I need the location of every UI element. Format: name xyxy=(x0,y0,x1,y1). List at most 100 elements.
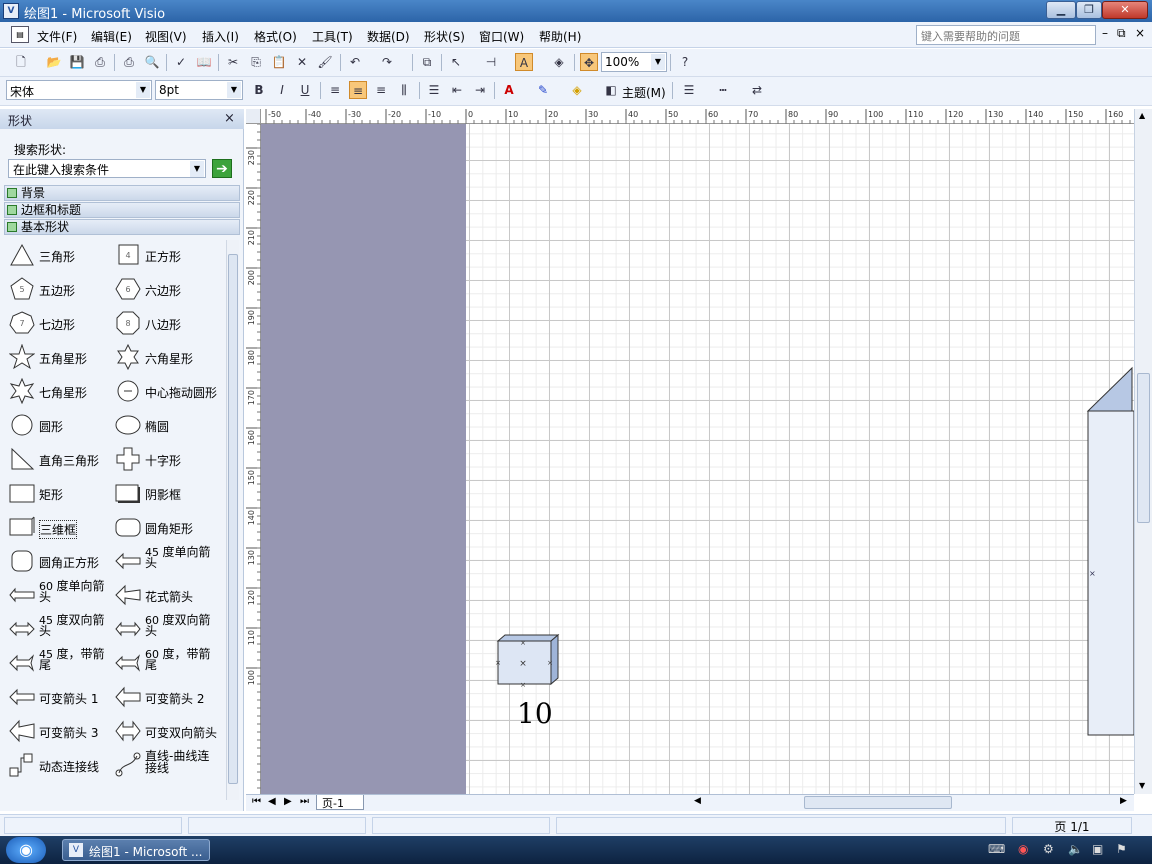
shape-item-line-curve-connector[interactable]: 直线-曲线连接线 xyxy=(115,750,221,780)
theme-label[interactable]: 主题(M) xyxy=(622,84,666,101)
format-painter-icon[interactable]: 🖌 xyxy=(316,53,334,71)
chevron-down-icon[interactable]: ▼ xyxy=(227,82,241,98)
shape-item-shadow-box[interactable]: 阴影框 xyxy=(115,480,221,508)
chevron-down-icon[interactable]: ▼ xyxy=(651,54,665,70)
line-pattern-icon[interactable]: ┅ xyxy=(714,81,732,99)
copy-icon[interactable]: ⎘ xyxy=(247,53,265,71)
shape-item-right-triangle[interactable]: 直角三角形 xyxy=(9,446,115,474)
align-left-icon[interactable]: ≡ xyxy=(326,81,344,99)
line-color-icon[interactable]: ✎ xyxy=(534,81,552,99)
action-center-icon[interactable]: ⚑ xyxy=(1116,842,1127,856)
shape-item-dynamic-connector[interactable]: 动态连接线 xyxy=(9,752,115,780)
prev-page-icon[interactable]: ◀ xyxy=(268,796,276,807)
start-button[interactable]: ◉ xyxy=(6,837,46,863)
partial-3d-shape[interactable]: × xyxy=(1086,366,1134,738)
shape-item-3d-box[interactable]: 三维框 xyxy=(9,514,115,542)
fill-color-icon[interactable]: ◈ xyxy=(568,81,586,99)
shape-item-variable-arrow2[interactable]: 可变箭头 2 xyxy=(115,684,221,712)
first-page-icon[interactable]: ⏮ xyxy=(252,796,261,807)
menu-insert[interactable]: 插入(I) xyxy=(202,28,239,45)
search-shapes-input[interactable]: 在此键入搜索条件 ▼ xyxy=(8,159,206,178)
pointer-tool-icon[interactable]: ↖ xyxy=(447,53,465,71)
page-tab[interactable]: 页-1 xyxy=(316,795,364,810)
print-preview-icon[interactable]: 🔍 xyxy=(143,53,161,71)
help-search-input[interactable]: 键入需要帮助的问题 xyxy=(916,25,1096,45)
scroll-left-icon[interactable]: ◀ xyxy=(694,796,701,806)
menu-help[interactable]: 帮助(H) xyxy=(539,28,581,45)
chevron-down-icon[interactable]: ▼ xyxy=(190,161,204,177)
vertical-scroll-thumb[interactable] xyxy=(1137,373,1150,523)
box-label[interactable]: 10 xyxy=(517,697,553,730)
redo-icon[interactable]: ↷ xyxy=(378,53,396,71)
shape-item-variable-double-arrow[interactable]: 可变双向箭头 xyxy=(115,718,221,746)
chevron-down-icon[interactable]: ▼ xyxy=(136,82,150,98)
shape-item-rectangle[interactable]: 矩形 xyxy=(9,480,115,508)
shape-item-arrow60[interactable]: 60 度单向箭头 xyxy=(9,580,115,610)
shape-item-variable-arrow3[interactable]: 可变箭头 3 xyxy=(9,718,115,746)
shape-item-center-circle[interactable]: 中心拖动圆形 xyxy=(115,378,221,406)
scroll-up-icon[interactable]: ▲ xyxy=(1139,111,1145,120)
horizontal-scroll-thumb[interactable] xyxy=(804,796,952,809)
open-icon[interactable]: 📂 xyxy=(45,53,63,71)
print-icon[interactable]: ⎙ xyxy=(120,53,138,71)
text-tool-icon[interactable]: A xyxy=(515,53,533,71)
menu-tools[interactable]: 工具(T) xyxy=(312,28,353,45)
visio-app-icon[interactable]: V xyxy=(3,3,19,19)
menu-data[interactable]: 数据(D) xyxy=(367,28,410,45)
shape-item-octagon[interactable]: 8 八边形 xyxy=(115,310,221,338)
underline-icon[interactable]: U xyxy=(296,81,314,99)
tray-app-icon[interactable]: ⚙ xyxy=(1043,842,1054,856)
bold-icon[interactable]: B xyxy=(250,81,268,99)
shape-item-arrow45[interactable]: 45 度单向箭头 xyxy=(115,546,221,576)
scroll-down-icon[interactable]: ▼ xyxy=(1139,781,1145,790)
next-page-icon[interactable]: ▶ xyxy=(284,796,292,807)
menu-shape[interactable]: 形状(S) xyxy=(424,28,465,45)
menu-format[interactable]: 格式(O) xyxy=(254,28,297,45)
align-right-icon[interactable]: ≡ xyxy=(372,81,390,99)
shape-item-rounded-square[interactable]: 圆角正方形 xyxy=(9,548,115,576)
restore-button[interactable]: ❐ xyxy=(1076,1,1102,19)
shape-item-triangle[interactable]: 三角形 xyxy=(9,242,115,270)
spelling-icon[interactable]: ✓ xyxy=(172,53,190,71)
menu-file[interactable]: 文件(F) xyxy=(37,28,77,45)
menu-window[interactable]: 窗口(W) xyxy=(479,28,524,45)
last-page-icon[interactable]: ⏭ xyxy=(300,796,309,807)
bullets-icon[interactable]: ☰ xyxy=(425,81,443,99)
stencil-basic-shapes[interactable]: 基本形状 xyxy=(4,219,240,235)
close-button[interactable]: ✕ xyxy=(1102,1,1148,19)
permission-icon[interactable]: ⎙ xyxy=(91,53,109,71)
shape-item-ellipse[interactable]: 椭圆 xyxy=(115,412,221,440)
save-icon[interactable]: 💾 xyxy=(68,53,86,71)
shape-item-pentagon[interactable]: 5 五边形 xyxy=(9,276,115,304)
font-color-icon[interactable]: A xyxy=(500,81,518,99)
delete-icon[interactable]: ✕ xyxy=(293,53,311,71)
shape-item-rounded-rect[interactable]: 圆角矩形 xyxy=(115,514,221,542)
shape-item-fancy-arrow[interactable]: 花式箭头 xyxy=(115,582,221,610)
pan-zoom-icon[interactable]: ✥ xyxy=(580,53,598,71)
shape-item-cross[interactable]: 十字形 xyxy=(115,446,221,474)
increase-indent-icon[interactable]: ⇥ xyxy=(471,81,489,99)
line-weight-icon[interactable]: ☰ xyxy=(680,81,698,99)
network-icon[interactable]: ▣ xyxy=(1092,842,1103,856)
doc-restore-button[interactable]: ⧉ xyxy=(1117,26,1126,41)
zoom-select[interactable]: 100% ▼ xyxy=(601,52,667,72)
font-select[interactable]: 宋体 ▼ xyxy=(6,80,152,100)
paste-icon[interactable]: 📋 xyxy=(270,53,288,71)
theme-colors-icon[interactable]: ◈ xyxy=(550,53,568,71)
shape-item-double-arrow45[interactable]: 45 度双向箭头 xyxy=(9,614,115,644)
shapes-panel-close-button[interactable]: × xyxy=(224,111,235,126)
shape-item-star5[interactable]: 五角星形 xyxy=(9,344,115,372)
shape-item-heptagon[interactable]: 7 七边形 xyxy=(9,310,115,338)
shape-item-variable-arrow1[interactable]: 可变箭头 1 xyxy=(9,684,115,712)
search-go-icon[interactable]: ➔ xyxy=(212,159,232,178)
drawing-page[interactable] xyxy=(466,124,1134,794)
shapes-scrollbar[interactable] xyxy=(226,240,239,800)
shapes-scroll-thumb[interactable] xyxy=(228,254,238,784)
3d-box-shape[interactable]: × × × × × xyxy=(494,632,564,688)
shape-item-square[interactable]: 4 正方形 xyxy=(115,242,221,270)
security-icon[interactable]: ◉ xyxy=(1018,842,1028,856)
menu-edit[interactable]: 编辑(E) xyxy=(91,28,132,45)
font-size-select[interactable]: 8pt ▼ xyxy=(155,80,243,100)
volume-icon[interactable]: 🔈 xyxy=(1068,842,1083,856)
stencil-borders-titles[interactable]: 边框和标题 xyxy=(4,202,240,218)
